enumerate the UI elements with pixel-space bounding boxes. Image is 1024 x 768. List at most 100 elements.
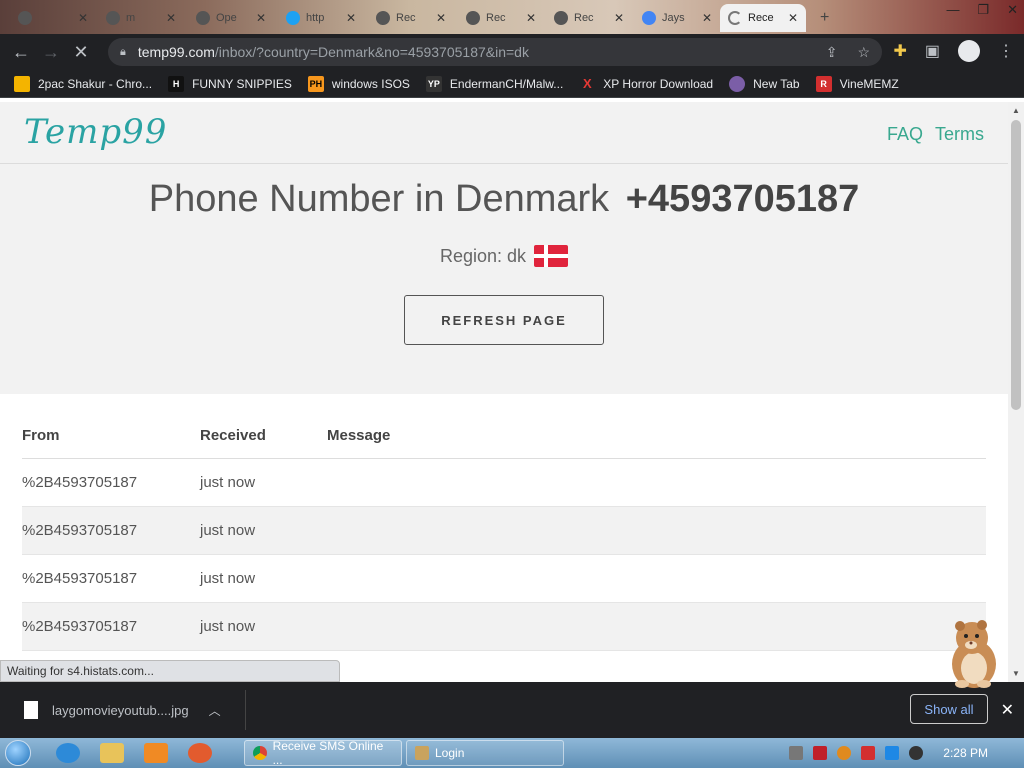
bookmark-icon: X: [582, 76, 592, 91]
flag-icon[interactable]: [861, 746, 876, 760]
close-tab-icon[interactable]: ✕: [788, 11, 798, 25]
close-tab-icon[interactable]: ✕: [702, 11, 712, 25]
site-header: Temp99 FAQ Terms: [0, 102, 1008, 164]
close-tab-icon[interactable]: ✕: [346, 11, 356, 25]
app-icon: [106, 11, 120, 25]
chrome-icon: [253, 746, 267, 760]
hamster-pet-image[interactable]: [940, 618, 1006, 690]
taskbar-login-button[interactable]: Login: [406, 740, 564, 766]
lock-icon: 🔒︎: [120, 45, 126, 58]
close-window-icon[interactable]: ✕: [1007, 2, 1018, 18]
openai-icon: [196, 11, 210, 25]
close-icon[interactable]: ✕: [1001, 700, 1014, 720]
profile-avatar[interactable]: [958, 40, 980, 62]
internet-explorer-icon[interactable]: [56, 743, 80, 763]
close-tab-icon[interactable]: ✕: [166, 11, 176, 25]
start-button[interactable]: [0, 738, 36, 768]
login-icon: [415, 746, 429, 760]
page-scrollbar[interactable]: ▲ ▼: [1008, 102, 1024, 682]
bookmarks-bar: 2pac Shakur - Chro... H FUNNY SNIPPIES P…: [0, 70, 1024, 98]
paint-icon[interactable]: [188, 743, 212, 763]
taskbar-chrome-button[interactable]: Receive SMS Online ...: [244, 739, 402, 767]
bookmark-item[interactable]: 2pac Shakur - Chro...: [14, 75, 152, 92]
browser-tab[interactable]: Jays ✕: [634, 4, 720, 32]
share-icon[interactable]: ⇪: [826, 44, 838, 61]
bookmark-item[interactable]: X XP Horror Download: [579, 76, 713, 92]
window-controls: — ❐ ✕: [946, 2, 1018, 18]
divider: [244, 690, 246, 730]
antivirus-icon[interactable]: [813, 746, 828, 760]
back-arrow-icon[interactable]: ←: [6, 37, 36, 67]
browser-tab[interactable]: http ✕: [278, 4, 364, 32]
volume-icon[interactable]: [909, 746, 924, 760]
bookmark-item[interactable]: PH windows ISOS: [307, 75, 410, 92]
browser-toolbar: ← → ✕ 🔒︎ temp99.com/inbox/?country=Denma…: [0, 34, 1024, 70]
system-tray: 2:28 PM: [789, 738, 1024, 768]
windows-logo-icon: [5, 740, 31, 766]
file-icon: [24, 701, 38, 719]
page-title: Phone Number in Denmark +4593705187: [148, 178, 860, 220]
browser-tab[interactable]: Rec ✕: [458, 4, 544, 32]
browser-tab[interactable]: ✕: [10, 4, 96, 32]
table-body: %2B4593705187 just now %2B4593705187 jus…: [22, 459, 986, 651]
extensions-icon[interactable]: ✚: [893, 41, 906, 61]
show-all-button[interactable]: Show all: [910, 694, 988, 724]
messages-table: From Received Message %2B4593705187 just…: [0, 394, 1008, 682]
browser-tab-active[interactable]: Rece ✕: [720, 4, 806, 32]
scroll-down-icon[interactable]: ▼: [1012, 669, 1020, 678]
nav-link-terms[interactable]: Terms: [935, 124, 984, 145]
table-row: %2B4593705187 just now: [22, 507, 986, 555]
browser-tab[interactable]: Rec ✕: [368, 4, 454, 32]
new-tab-button[interactable]: +: [812, 4, 836, 32]
display-icon[interactable]: [885, 746, 900, 760]
network-icon[interactable]: [789, 746, 804, 760]
chevron-up-icon[interactable]: ︿: [209, 702, 221, 719]
stop-loading-icon[interactable]: ✕: [66, 37, 96, 67]
restore-icon[interactable]: ❐: [977, 2, 989, 18]
download-bar: laygomovieyoutub....jpg ︿ Show all ✕: [0, 682, 1024, 738]
close-tab-icon[interactable]: ✕: [526, 11, 536, 25]
twitter-icon: [286, 11, 300, 25]
phone-number: +4593705187: [625, 178, 860, 220]
bookmark-icon: PH: [307, 75, 324, 92]
browser-tab[interactable]: m ✕: [98, 4, 184, 32]
app-icon: [18, 11, 32, 25]
hero-section: Phone Number in Denmark +4593705187 Regi…: [0, 164, 1008, 394]
bookmark-icon: [729, 75, 746, 92]
minimize-icon[interactable]: —: [946, 2, 959, 18]
close-tab-icon[interactable]: ✕: [78, 11, 88, 25]
browser-tab[interactable]: Ope ✕: [188, 4, 274, 32]
download-filename[interactable]: laygomovieyoutub....jpg: [52, 703, 189, 718]
menu-icon[interactable]: ⋮: [998, 41, 1014, 61]
close-tab-icon[interactable]: ✕: [256, 11, 266, 25]
bookmark-item[interactable]: New Tab: [729, 75, 800, 92]
site-logo[interactable]: Temp99: [24, 112, 167, 152]
bookmark-icon: R: [815, 75, 832, 92]
bookmark-item[interactable]: R VineMEMZ: [815, 75, 899, 92]
app-icon: [466, 11, 480, 25]
clock[interactable]: 2:28 PM: [943, 746, 988, 760]
bookmark-item[interactable]: YP EndermanCH/Malw...: [425, 75, 563, 92]
column-header-received: Received: [200, 427, 266, 444]
close-tab-icon[interactable]: ✕: [614, 11, 624, 25]
denmark-flag-icon: [534, 245, 569, 267]
windows-taskbar: Receive SMS Online ... Login 2:28 PM: [0, 738, 1024, 768]
browser-tab[interactable]: Rec ✕: [546, 4, 632, 32]
close-tab-icon[interactable]: ✕: [436, 11, 446, 25]
loading-icon: [728, 11, 742, 25]
tab-strip: ✕ m ✕ Ope ✕ http ✕ Rec ✕ Rec ✕ Rec ✕ Jay…: [0, 0, 1024, 34]
scroll-up-icon[interactable]: ▲: [1012, 106, 1020, 115]
refresh-page-button[interactable]: REFRESH PAGE: [404, 295, 604, 345]
search-tray-icon[interactable]: [837, 746, 852, 760]
bookmark-item[interactable]: H FUNNY SNIPPIES: [168, 75, 292, 92]
media-player-icon[interactable]: [144, 743, 168, 763]
side-panel-icon[interactable]: ▣: [925, 41, 940, 61]
forward-arrow-icon[interactable]: →: [36, 37, 66, 67]
address-bar[interactable]: 🔒︎ temp99.com/inbox/?country=Denmark&no=…: [108, 38, 882, 66]
file-explorer-icon[interactable]: [100, 743, 124, 763]
bookmark-star-icon[interactable]: ☆: [857, 44, 870, 61]
nav-link-faq[interactable]: FAQ: [887, 124, 923, 145]
scrollbar-thumb[interactable]: [1011, 120, 1021, 410]
google-icon: [642, 11, 656, 25]
column-header-from: From: [22, 427, 60, 444]
